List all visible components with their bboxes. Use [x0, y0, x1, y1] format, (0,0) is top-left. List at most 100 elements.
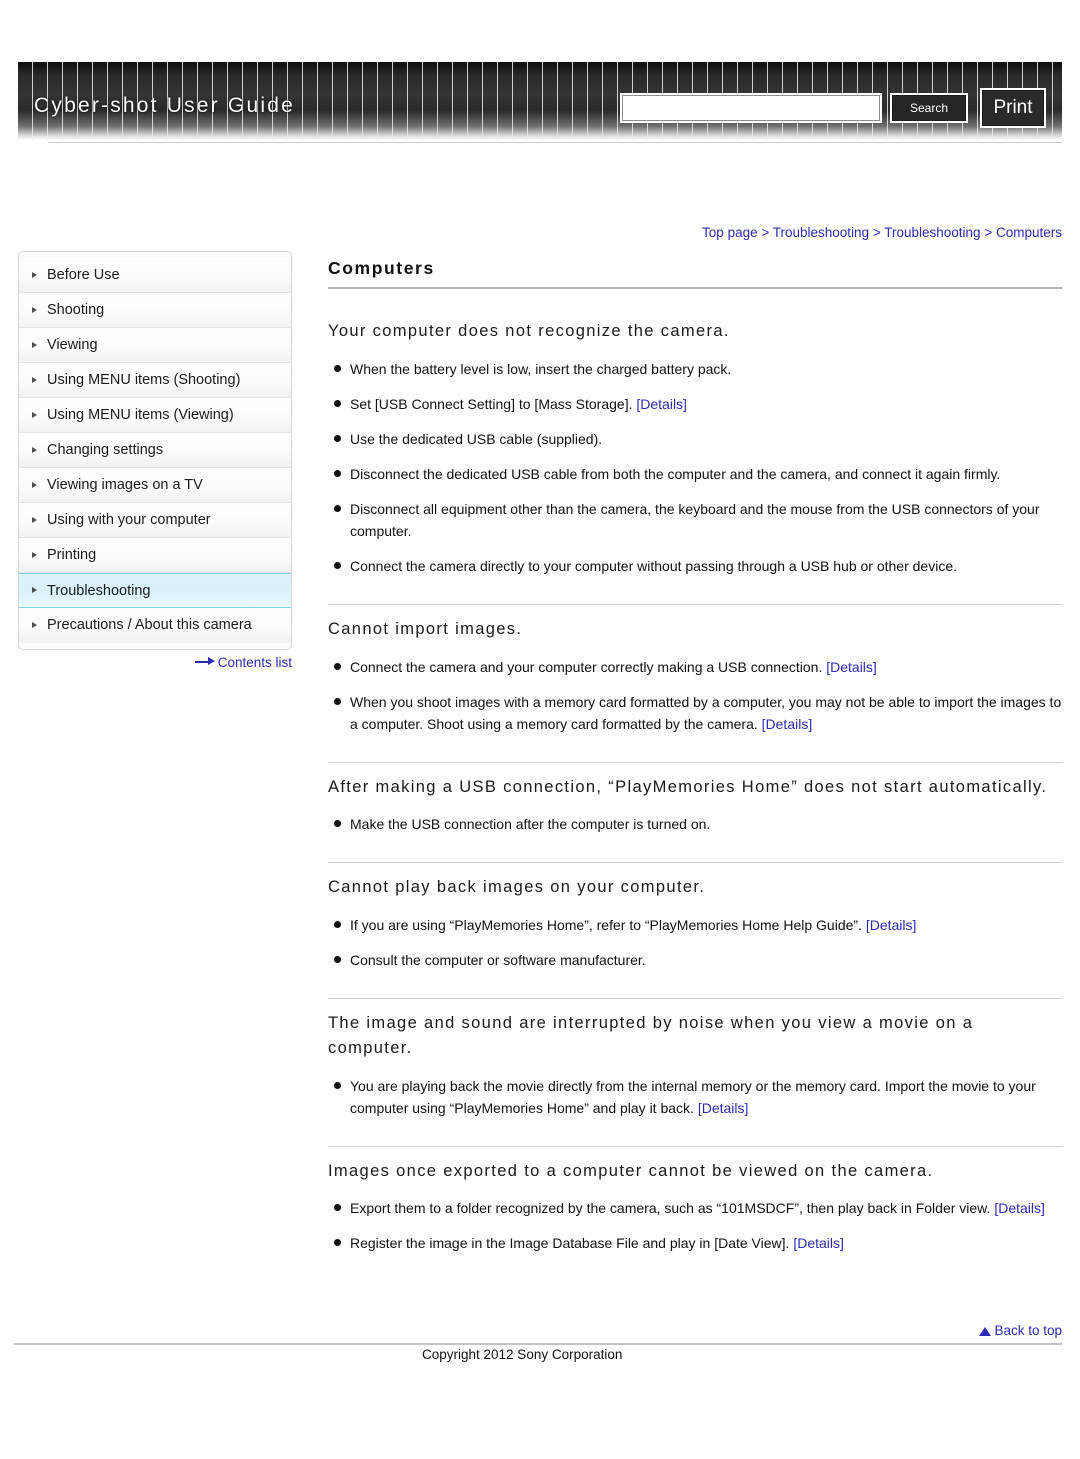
sidebar-item-troubleshooting[interactable]: Troubleshooting: [19, 573, 291, 608]
list-item-text: Connect the camera and your computer cor…: [350, 658, 827, 675]
chevron-right-icon: [32, 271, 37, 278]
section-bullet-list: If you are using “PlayMemories Home”, re…: [328, 914, 1062, 971]
details-link[interactable]: [Details]: [698, 1100, 749, 1116]
bullet-dot-icon: [334, 956, 341, 963]
sidebar-item-label: Using with your computer: [47, 512, 211, 528]
section-bullet-list: When the battery level is low, insert th…: [328, 358, 1062, 577]
bullet-dot-icon: [334, 1204, 341, 1212]
list-item-text: Disconnect the dedicated USB cable from …: [350, 465, 1001, 482]
bullet-dot-icon: [334, 820, 341, 828]
chevron-right-icon: [32, 341, 37, 348]
breadcrumb-item-1[interactable]: Troubleshooting: [773, 225, 869, 240]
sidebar-item-label: Viewing images on a TV: [47, 477, 203, 493]
sidebar-item-using-menu-items-shooting[interactable]: Using MENU items (Shooting): [19, 363, 291, 398]
breadcrumb-separator: >: [757, 225, 773, 240]
sidebar-item-precautions-about-this-camera[interactable]: Precautions / About this camera: [19, 608, 291, 643]
search-button[interactable]: Search: [890, 93, 968, 123]
page-title-rule: [328, 287, 1062, 289]
bullet-dot-icon: [334, 561, 341, 569]
sidebar-item-using-with-your-computer[interactable]: Using with your computer: [19, 503, 291, 538]
section-heading: Your computer does not recognize the cam…: [328, 322, 730, 340]
section-heading: Images once exported to a computer canno…: [328, 1161, 934, 1180]
section-bullet-list: Make the USB connection after the comput…: [328, 813, 1062, 835]
chevron-right-icon: [32, 446, 37, 453]
list-item: Disconnect the dedicated USB cable from …: [334, 463, 1062, 485]
breadcrumb-item-2[interactable]: Troubleshooting: [884, 225, 980, 240]
chevron-right-icon: [32, 587, 37, 593]
bullet-dot-icon: [334, 697, 341, 705]
list-item: When the battery level is low, insert th…: [334, 358, 1062, 380]
bullet-dot-icon: [334, 1081, 341, 1089]
contents-list-label: Contents list: [217, 655, 292, 670]
breadcrumb-separator: >: [980, 225, 996, 240]
details-link[interactable]: [Details]: [866, 917, 917, 933]
bullet-dot-icon: [334, 469, 341, 477]
breadcrumb-item-0[interactable]: Top page: [702, 225, 758, 240]
chevron-right-icon: [32, 551, 37, 558]
list-item: Disconnect all equipment other than the …: [334, 498, 1062, 542]
list-item-text: Make the USB connection after the comput…: [350, 816, 711, 833]
sidebar-item-changing-settings[interactable]: Changing settings: [19, 433, 291, 468]
details-link[interactable]: [Details]: [994, 1200, 1045, 1216]
list-item-text: Set [USB Connect Setting] to [Mass Stora…: [350, 395, 637, 412]
sidebar-item-label: Using MENU items (Shooting): [47, 372, 241, 388]
list-item: Export them to a folder recognized by th…: [334, 1197, 1062, 1219]
main-content: Computers Your computer does not recogni…: [328, 258, 1062, 1254]
back-to-top-link[interactable]: Back to top: [979, 1323, 1062, 1338]
bullet-dot-icon: [334, 504, 341, 512]
sidebar-item-shooting[interactable]: Shooting: [19, 293, 291, 328]
details-link[interactable]: [Details]: [636, 396, 687, 412]
search-input[interactable]: [620, 93, 882, 123]
contents-list-link[interactable]: Contents list: [18, 655, 292, 670]
sidebar-item-before-use[interactable]: Before Use: [19, 258, 291, 293]
list-item-text: You are playing back the movie directly …: [350, 1077, 1036, 1116]
breadcrumb-separator: >: [869, 225, 885, 240]
sidebar-item-using-menu-items-viewing[interactable]: Using MENU items (Viewing): [19, 398, 291, 433]
section-divider: [328, 1145, 1062, 1147]
chevron-right-icon: [32, 411, 37, 418]
sidebar-item-viewing[interactable]: Viewing: [19, 328, 291, 363]
sidebar-item-label: Shooting: [47, 302, 105, 318]
list-item-text: Register the image in the Image Database…: [350, 1235, 794, 1252]
bullet-dot-icon: [334, 662, 341, 670]
bullet-dot-icon: [334, 364, 341, 372]
breadcrumb-item-3: Computers: [995, 225, 1062, 240]
sidebar-item-label: Printing: [47, 547, 97, 563]
page-title: Computers: [328, 258, 435, 278]
section-divider: [328, 862, 1062, 864]
chevron-right-icon: [32, 481, 37, 488]
bullet-dot-icon: [334, 1239, 341, 1247]
section-heading: Cannot import images.: [328, 619, 523, 638]
list-item-text: If you are using “PlayMemories Home”, re…: [350, 917, 866, 933]
section-bullet-list: Export them to a folder recognized by th…: [328, 1197, 1062, 1254]
list-item-text: When you shoot images with a memory card…: [350, 693, 1062, 732]
list-item: You are playing back the movie directly …: [334, 1075, 1062, 1119]
list-item: Set [USB Connect Setting] to [Mass Stora…: [334, 393, 1062, 415]
section-heading: Cannot play back images on your computer…: [328, 878, 706, 897]
section-heading: The image and sound are interrupted by n…: [328, 1014, 974, 1057]
details-link[interactable]: [Details]: [762, 716, 813, 732]
sidebar-item-label: Before Use: [47, 267, 120, 283]
chevron-right-icon: [32, 622, 37, 628]
list-item: Register the image in the Image Database…: [334, 1232, 1062, 1254]
list-item-text: When the battery level is low, insert th…: [350, 360, 732, 377]
details-link[interactable]: [Details]: [793, 1235, 844, 1251]
sidebar-item-label: Using MENU items (Viewing): [47, 407, 234, 423]
sidebar-item-printing[interactable]: Printing: [19, 538, 291, 573]
sections-container: Your computer does not recognize the cam…: [328, 319, 1062, 1254]
sidebar-item-label: Viewing: [47, 337, 98, 353]
list-item-text: Consult the computer or software manufac…: [350, 952, 646, 968]
section-divider: [328, 761, 1062, 763]
chevron-right-icon: [32, 516, 37, 523]
section-heading: After making a USB connection, “PlayMemo…: [328, 777, 1048, 796]
list-item: Connect the camera directly to your comp…: [334, 555, 1062, 577]
sidebar-item-label: Precautions / About this camera: [47, 617, 252, 633]
list-item: Connect the camera and your computer cor…: [334, 656, 1062, 678]
sidebar-item-label: Troubleshooting: [47, 583, 151, 599]
list-item-text: Export them to a folder recognized by th…: [350, 1200, 995, 1217]
section-bullet-list: You are playing back the movie directly …: [328, 1075, 1062, 1119]
sidebar-item-viewing-images-on-a-tv[interactable]: Viewing images on a TV: [19, 468, 291, 503]
details-link[interactable]: [Details]: [826, 659, 877, 675]
header-divider: [48, 142, 1062, 143]
print-button[interactable]: Print: [980, 88, 1046, 128]
